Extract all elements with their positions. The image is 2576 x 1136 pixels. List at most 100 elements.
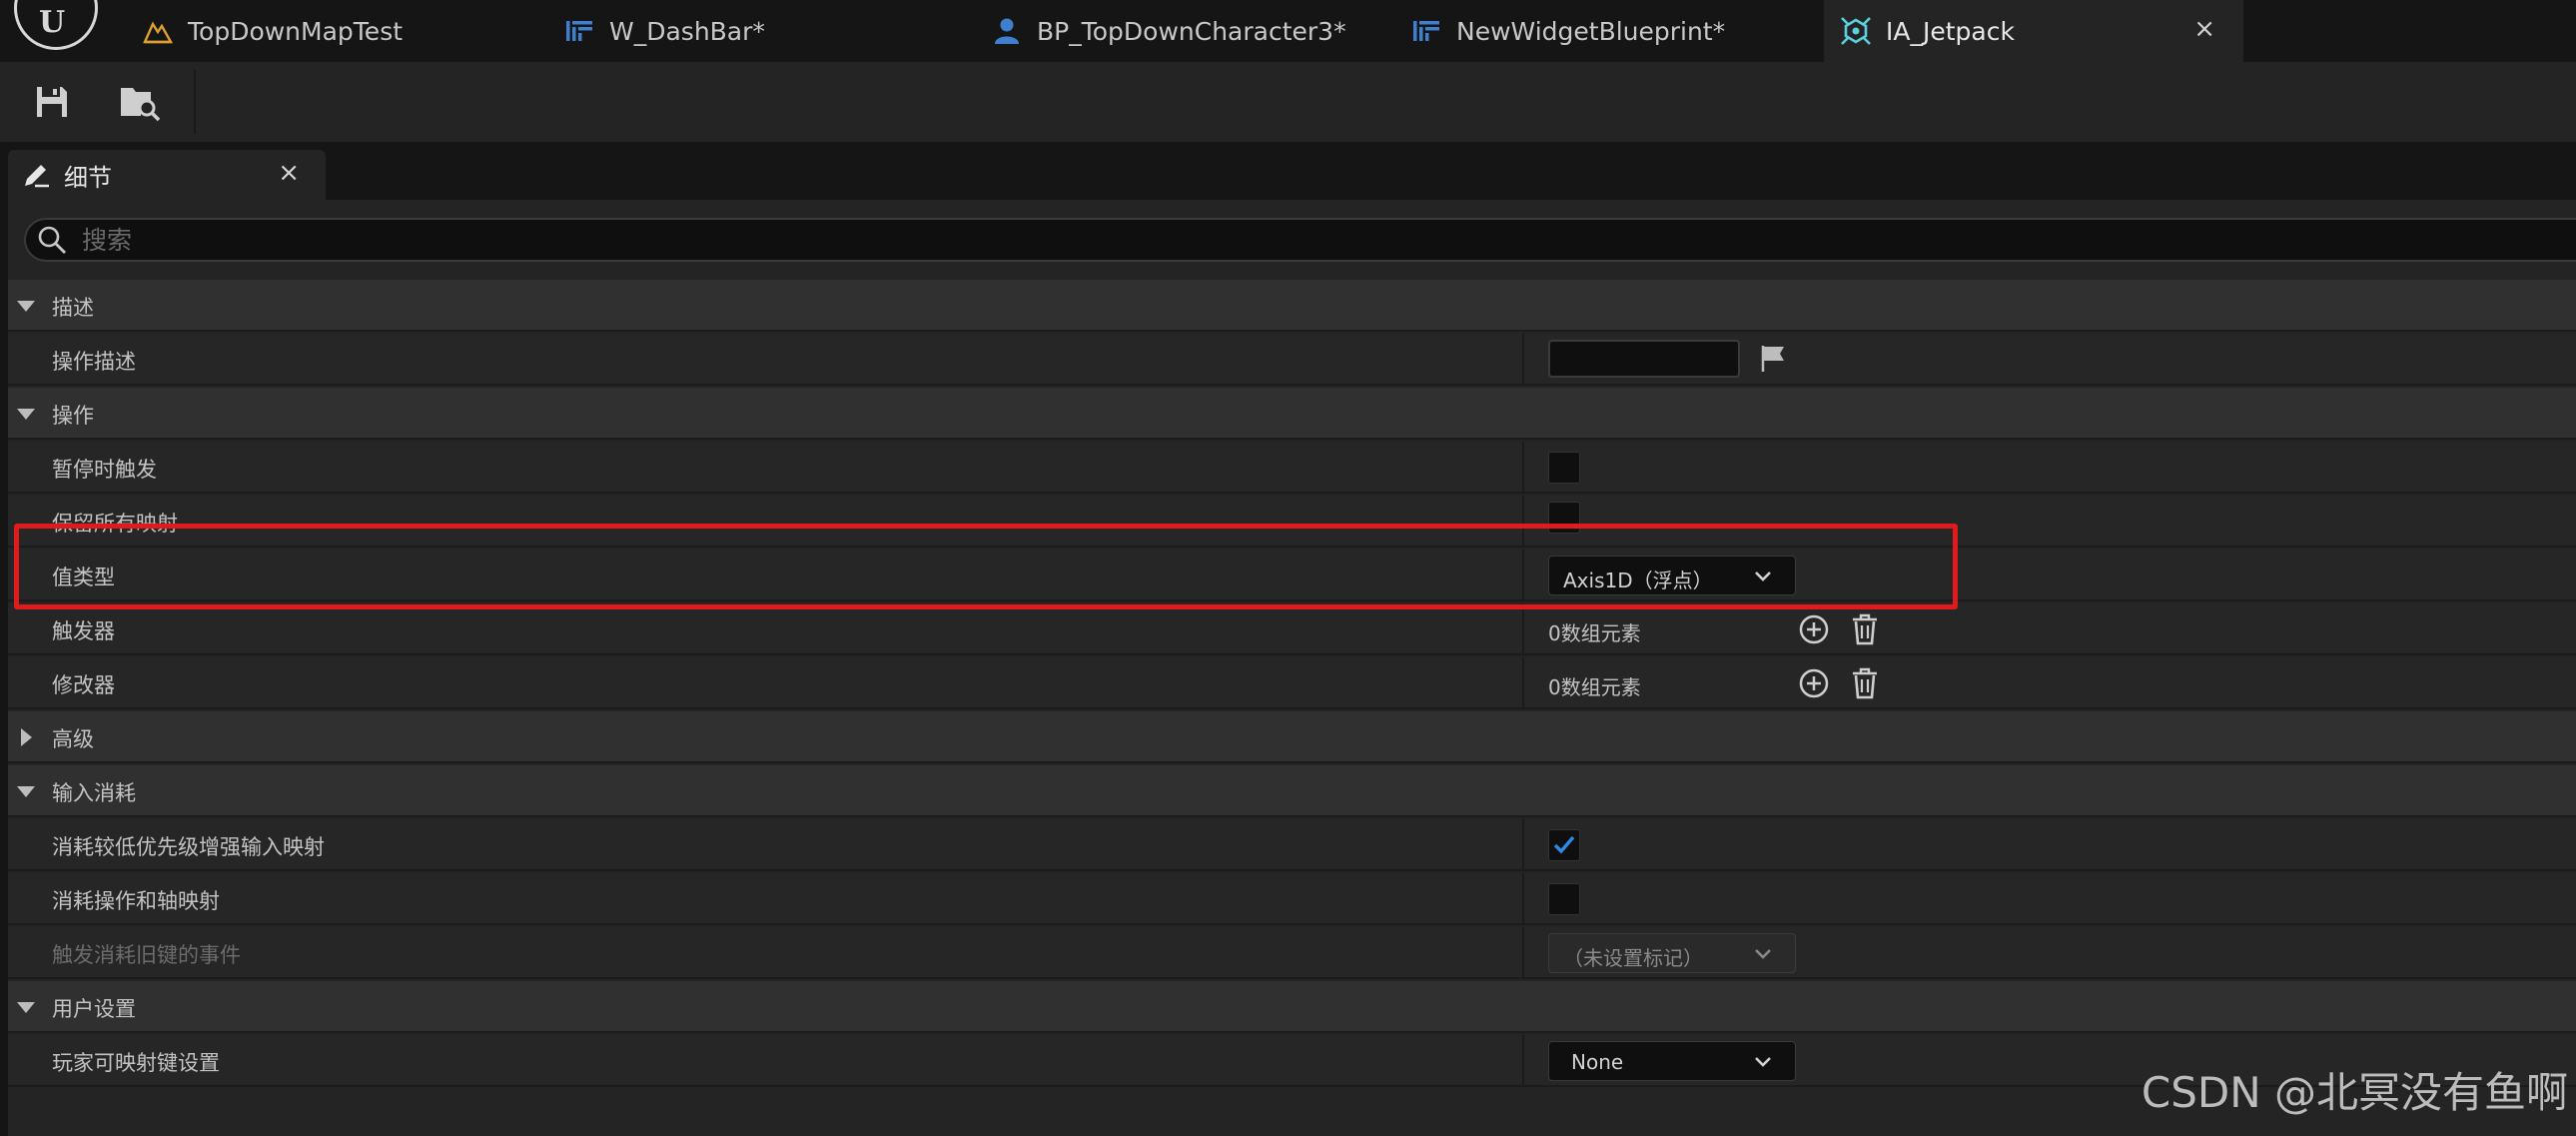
trigger-when-paused-checkbox[interactable]: [1548, 452, 1580, 484]
category-label: 描述: [52, 296, 94, 320]
property-name: 触发器: [52, 619, 115, 643]
details-panel: 描述 操作描述 操作 暂停时触发 保留所有映射 值类型 Axis1D（浮点） 触…: [8, 200, 2576, 1136]
column-divider[interactable]: [1522, 496, 1524, 548]
search-icon: [34, 222, 70, 258]
consume-action-axis-checkbox[interactable]: [1548, 883, 1580, 915]
tab-label: TopDownMapTest: [188, 16, 404, 46]
property-name: 消耗较低优先级增强输入映射: [52, 835, 325, 859]
property-row-reserve-all-mappings: 保留所有映射: [8, 496, 2576, 548]
chevron-down-icon: [1755, 1057, 1771, 1067]
dropdown-value: None: [1571, 1050, 1624, 1074]
array-element-count: 0数组元素: [1548, 675, 1641, 699]
column-divider[interactable]: [1522, 550, 1524, 601]
category-advanced[interactable]: 高级: [8, 711, 2576, 763]
watermark: CSDN @北冥没有鱼啊: [2141, 1068, 2568, 1117]
caret-right-icon[interactable]: [14, 725, 38, 749]
widget-blueprint-icon: [1408, 14, 1444, 48]
property-row-triggers: 触发器 0数组元素: [8, 603, 2576, 655]
browse-to-asset-button[interactable]: [110, 72, 170, 132]
level-map-icon: [140, 14, 176, 48]
column-divider[interactable]: [1522, 1035, 1524, 1087]
property-name: 操作描述: [52, 350, 136, 374]
property-name: 消耗操作和轴映射: [52, 889, 220, 913]
tab-w-dashbar[interactable]: W_DashBar*: [561, 0, 961, 62]
action-description-input[interactable]: [1548, 340, 1740, 378]
property-row-action-description: 操作描述: [8, 334, 2576, 386]
unreal-logo-icon[interactable]: U: [14, 0, 98, 50]
player-mappable-key-settings-dropdown[interactable]: None: [1548, 1041, 1796, 1081]
property-row-trigger-consumed-legacy-keys: 触发消耗旧键的事件 （未设置标记）: [8, 927, 2576, 979]
search-box[interactable]: [24, 218, 2576, 262]
consume-lower-priority-checkbox[interactable]: [1548, 829, 1580, 861]
details-panel-title: 细节: [64, 163, 112, 192]
property-row-modifiers: 修改器 0数组元素: [8, 657, 2576, 709]
property-name: 值类型: [52, 566, 115, 589]
caret-down-icon[interactable]: [14, 402, 38, 426]
toolbar-separator: [194, 70, 196, 134]
property-name: 修改器: [52, 673, 115, 697]
tab-topdownmaptest[interactable]: TopDownMapTest: [140, 0, 539, 62]
caret-down-icon[interactable]: [14, 779, 38, 803]
caret-down-icon[interactable]: [14, 294, 38, 318]
column-divider[interactable]: [1522, 657, 1524, 709]
details-pencil-icon: [16, 155, 56, 195]
tab-bp-topdowncharacter3[interactable]: BP_TopDownCharacter3*: [989, 0, 1388, 62]
category-label: 高级: [52, 727, 94, 751]
browse-to-asset-icon: [121, 88, 161, 122]
reserve-all-mappings-checkbox[interactable]: [1548, 502, 1580, 534]
input-action-icon: [1838, 14, 1874, 48]
property-name: 保留所有映射: [52, 512, 178, 536]
details-panel-tab[interactable]: 细节 ×: [8, 150, 326, 200]
column-divider[interactable]: [1522, 334, 1524, 386]
dropdown-value: Axis1D（浮点）: [1563, 568, 1713, 592]
widget-blueprint-icon: [561, 14, 597, 48]
category-label: 操作: [52, 404, 94, 428]
tab-newwidgetblueprint[interactable]: NewWidgetBlueprint*: [1408, 0, 1808, 62]
property-name: 玩家可映射键设置: [52, 1051, 220, 1075]
caret-down-icon[interactable]: [14, 995, 38, 1019]
property-row-consume-lower-priority: 消耗较低优先级增强输入映射: [8, 819, 2576, 871]
tab-label: NewWidgetBlueprint*: [1456, 16, 1726, 46]
value-type-dropdown[interactable]: Axis1D（浮点）: [1548, 556, 1796, 595]
delete-all-icon[interactable]: [1851, 613, 1879, 645]
column-divider[interactable]: [1522, 442, 1524, 494]
column-divider[interactable]: [1522, 873, 1524, 925]
category-label: 输入消耗: [52, 781, 136, 805]
property-name: 触发消耗旧键的事件: [52, 943, 241, 967]
close-panel-icon[interactable]: ×: [278, 158, 300, 188]
property-row-value-type: 值类型 Axis1D（浮点）: [8, 550, 2576, 601]
property-name: 暂停时触发: [52, 458, 157, 482]
asset-toolbar: [0, 62, 2576, 142]
tab-label: W_DashBar*: [609, 16, 765, 46]
tab-ia-jetpack[interactable]: IA_Jetpack ×: [1824, 0, 2243, 62]
chevron-down-icon: [1755, 571, 1771, 581]
column-divider[interactable]: [1522, 603, 1524, 655]
close-tab-icon[interactable]: ×: [2193, 14, 2215, 44]
checkmark-icon: [1553, 835, 1575, 854]
delete-all-icon[interactable]: [1851, 667, 1879, 699]
localization-flag-icon[interactable]: [1758, 344, 1788, 374]
legacy-keys-flags-dropdown[interactable]: （未设置标记）: [1548, 933, 1796, 973]
tab-label: BP_TopDownCharacter3*: [1037, 16, 1346, 46]
column-divider[interactable]: [1522, 819, 1524, 871]
column-divider[interactable]: [1522, 927, 1524, 979]
category-action[interactable]: 操作: [8, 388, 2576, 440]
add-element-icon[interactable]: [1798, 613, 1830, 645]
tab-label: IA_Jetpack: [1886, 16, 2015, 46]
category-user-settings[interactable]: 用户设置: [8, 981, 2576, 1033]
chevron-down-icon: [1755, 949, 1771, 959]
save-icon: [37, 87, 67, 117]
property-row-trigger-when-paused: 暂停时触发: [8, 442, 2576, 494]
panel-tab-strip: [0, 142, 2576, 200]
save-button[interactable]: [22, 72, 82, 132]
category-input-consumption[interactable]: 输入消耗: [8, 765, 2576, 817]
character-blueprint-icon: [989, 14, 1025, 48]
document-tab-bar: U TopDownMapTest W_DashBar* BP_TopDownCh…: [0, 0, 2576, 62]
property-row-consume-action-axis: 消耗操作和轴映射: [8, 873, 2576, 925]
category-description[interactable]: 描述: [8, 280, 2576, 332]
category-label: 用户设置: [52, 997, 136, 1021]
search-input[interactable]: [80, 224, 2381, 256]
dropdown-value: （未设置标记）: [1563, 946, 1703, 970]
add-element-icon[interactable]: [1798, 667, 1830, 699]
array-element-count: 0数组元素: [1548, 621, 1641, 645]
